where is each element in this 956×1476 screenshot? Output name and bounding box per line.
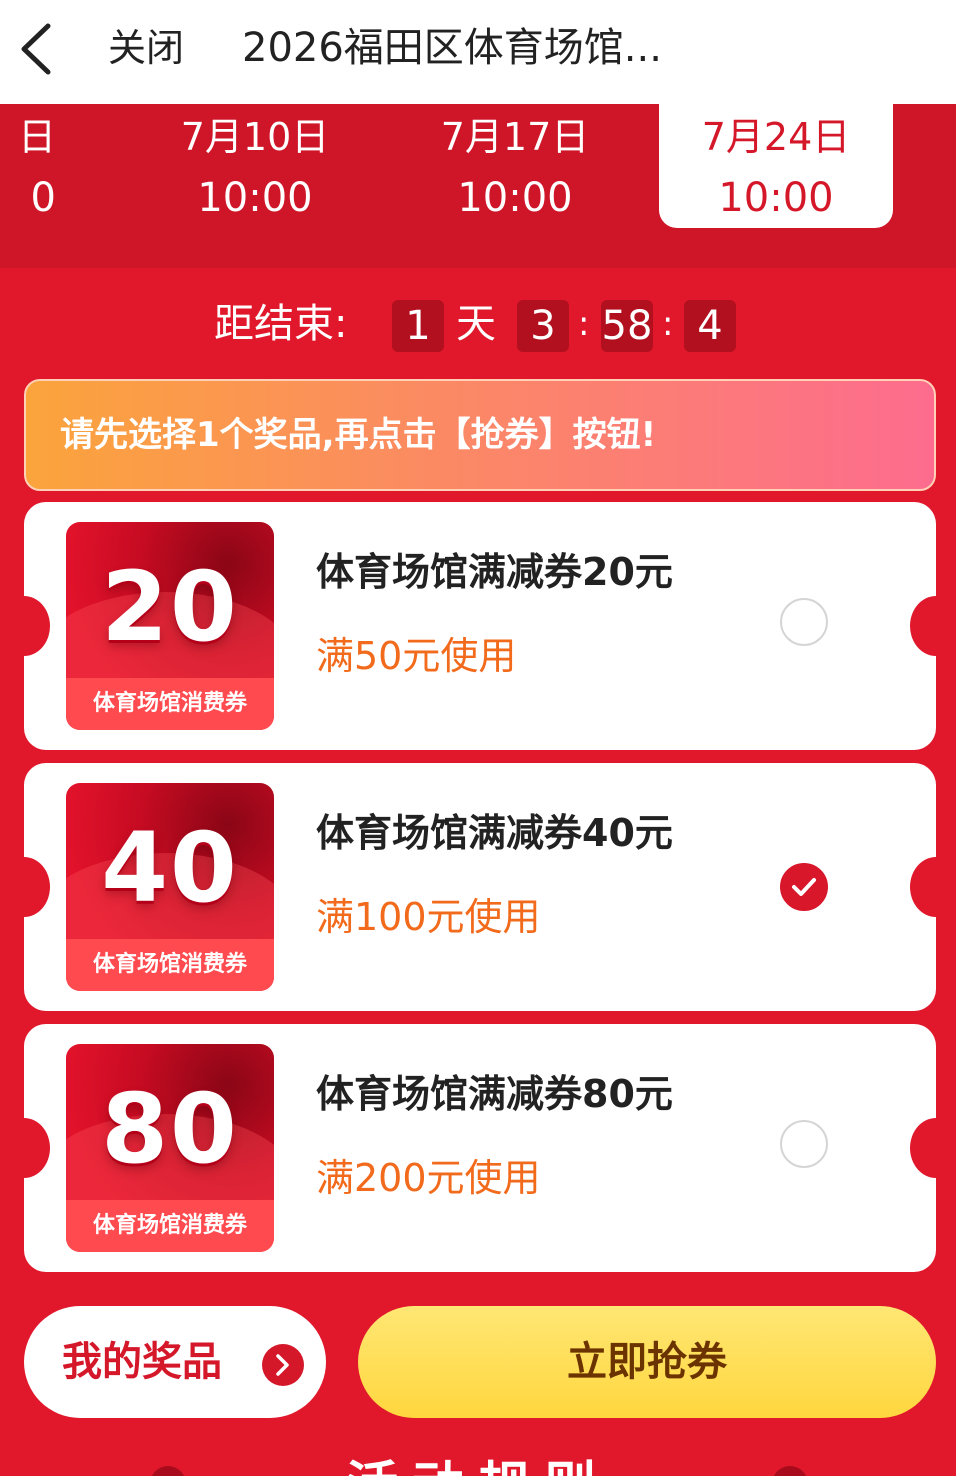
date-tab-time: 10:00: [457, 175, 573, 221]
date-tab-date: 7月24日: [701, 115, 851, 159]
coupon-title: 体育场馆满减券20元: [316, 550, 673, 594]
date-tab-time: 10:00: [718, 175, 834, 221]
date-tab-time: 0: [30, 175, 56, 221]
coupon-card-40[interactable]: 40 体育场馆消费券 体育场馆满减券40元 满100元使用: [0, 763, 956, 1011]
coupon-radio-checked[interactable]: [780, 863, 828, 911]
grab-coupon-button[interactable]: 立即抢券: [358, 1306, 936, 1418]
date-tab-date: 7月10日: [180, 115, 330, 159]
coupon-condition: 满100元使用: [316, 895, 541, 939]
page-title: 2026福田区体育场馆...: [242, 25, 662, 71]
coupon-thumbnail: 20 体育场馆消费券: [66, 522, 274, 730]
coupon-band-label: 体育场馆消费券: [66, 678, 274, 730]
coupon-thumbnail: 80 体育场馆消费券: [66, 1044, 274, 1252]
ticket-notch: [910, 857, 956, 917]
coupon-card-20[interactable]: 20 体育场馆消费券 体育场馆满减券20元 满50元使用: [0, 502, 956, 750]
instruction-text: 请先选择1个奖品,再点击【抢券】按钮!: [60, 415, 657, 455]
chevron-left-icon: [21, 23, 51, 75]
grab-coupon-label: 立即抢券: [567, 1339, 727, 1385]
ticket-notch: [910, 1118, 956, 1178]
coupon-condition: 满200元使用: [316, 1156, 541, 1200]
countdown-label: 距结束:: [214, 301, 348, 347]
date-tab-jul-10[interactable]: 7月10日 10:00: [138, 104, 372, 228]
countdown-seconds: 4: [684, 300, 736, 352]
coupon-band-label: 体育场馆消费券: [66, 1200, 274, 1252]
countdown-hours: 3: [517, 300, 569, 352]
countdown-separator: :: [578, 304, 590, 344]
coupon-radio-unchecked[interactable]: [780, 598, 828, 646]
coupon-title: 体育场馆满减券80元: [316, 1072, 673, 1116]
ticket-notch: [0, 857, 50, 917]
back-button[interactable]: [14, 22, 58, 76]
ticket-notch: [0, 1118, 50, 1178]
countdown-day-unit: 天: [456, 301, 496, 347]
ticket-notch: [0, 596, 50, 656]
coupon-amount: 20: [101, 551, 239, 663]
date-tab-jul-24-active[interactable]: 7月24日 10:00: [659, 104, 893, 228]
my-prizes-label: 我的奖品: [62, 1339, 222, 1385]
countdown-separator: :: [662, 304, 674, 344]
countdown-timer: 距结束: 1 天 3 : 58 : 4: [0, 296, 956, 356]
coupon-radio-unchecked[interactable]: [780, 1120, 828, 1168]
countdown-days: 1: [392, 300, 444, 352]
instruction-banner: 请先选择1个奖品,再点击【抢券】按钮!: [24, 379, 936, 491]
coupon-thumbnail: 40 体育场馆消费券: [66, 783, 274, 991]
date-tabs: 日 0 7月10日 10:00 7月17日 10:00 7月24日 10:00: [0, 104, 956, 268]
top-navbar: 关闭 2026福田区体育场馆...: [0, 0, 956, 104]
chevron-right-icon: [262, 1344, 304, 1386]
coupon-amount: 80: [101, 1073, 239, 1185]
coupon-title: 体育场馆满减券40元: [316, 811, 673, 855]
date-tab-time: 10:00: [197, 175, 313, 221]
checkmark-icon: [792, 878, 816, 896]
date-tab-date: 7月17日: [440, 115, 590, 159]
date-tab-previous[interactable]: 日 0: [0, 104, 56, 228]
coupon-condition: 满50元使用: [316, 634, 517, 678]
rules-heading: 活动规则: [0, 1454, 956, 1476]
date-tab-jul-17[interactable]: 7月17日 10:00: [398, 104, 632, 228]
coupon-band-label: 体育场馆消费券: [66, 939, 274, 991]
rules-title: 活动规则: [0, 1454, 956, 1476]
my-prizes-button[interactable]: 我的奖品: [24, 1306, 326, 1418]
close-button[interactable]: 关闭: [108, 22, 184, 74]
coupon-amount: 40: [101, 812, 239, 924]
countdown-minutes: 58: [601, 300, 653, 352]
coupon-card-80[interactable]: 80 体育场馆消费券 体育场馆满减券80元 满200元使用: [0, 1024, 956, 1272]
ticket-notch: [910, 596, 956, 656]
date-tab-date: 日: [17, 115, 56, 159]
